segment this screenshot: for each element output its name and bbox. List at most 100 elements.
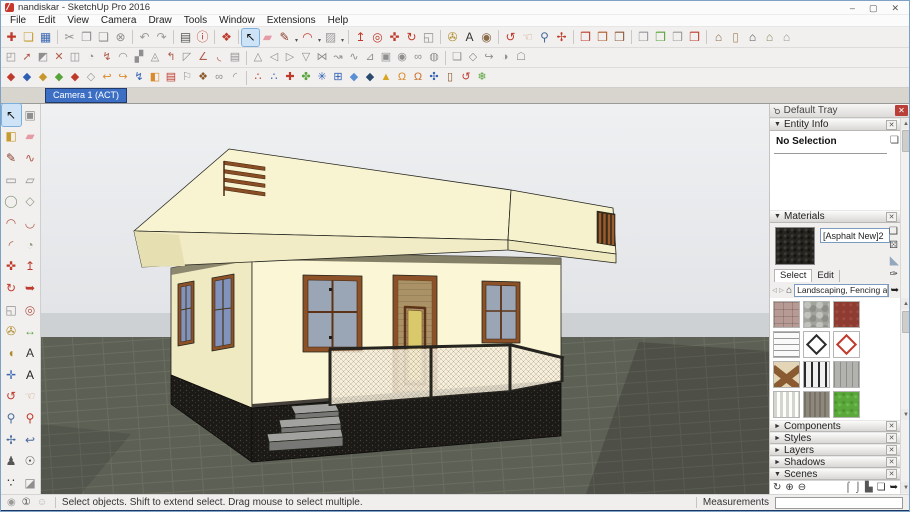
extension-tool-28-button[interactable]: ❏ (449, 50, 465, 66)
zoom-extents-button[interactable]: ✢ (2, 429, 21, 451)
claim-credit-icon[interactable]: ☺ (37, 497, 47, 508)
geolocation-icon[interactable]: ◉ (7, 497, 16, 508)
chevron-down-icon[interactable]: ▾ (341, 33, 344, 49)
entity-info-close-icon[interactable]: ✕ (886, 120, 897, 130)
material-swatch-chainlink-black[interactable] (803, 331, 830, 358)
show-details-icon[interactable]: ❏ (877, 482, 886, 494)
dots-red-button[interactable]: ∴ (250, 70, 266, 86)
move-scene-right-icon[interactable]: ⌡ (855, 482, 861, 494)
house-solid-button[interactable]: ⌂ (744, 29, 761, 46)
pin-icon[interactable]: ⚲ (770, 104, 782, 116)
left-window-1[interactable] (178, 281, 194, 346)
scene-tab-camera-1[interactable]: Camera 1 (ACT) (45, 88, 127, 103)
material-swatch-picket-fence[interactable] (773, 391, 800, 418)
half-square-tool-button[interactable]: ◧ (147, 70, 163, 86)
extension-tool-30-button[interactable]: ↪ (481, 50, 497, 66)
offset-tool-button[interactable]: ◎ (21, 299, 40, 321)
menu-file[interactable]: File (4, 15, 32, 27)
select-tool-button[interactable]: ↖ (2, 104, 21, 126)
make-component-button[interactable]: ▣ (21, 104, 40, 126)
new-model-button[interactable]: ✚ (3, 29, 20, 46)
extension-tool-19-button[interactable]: ▽ (298, 50, 314, 66)
arrow-back-button[interactable]: ↩ (99, 70, 115, 86)
arrow-forward-button[interactable]: ↪ (115, 70, 131, 86)
model-viewport[interactable] (41, 104, 769, 494)
material-swatch-red-clay[interactable] (833, 301, 860, 328)
tape-measure-button[interactable]: ✇ (444, 29, 461, 46)
menu-camera[interactable]: Camera (95, 15, 143, 27)
collection-dropdown[interactable]: Landscaping, Fencing a ▼ (794, 284, 889, 297)
paint-bucket-button[interactable]: ❖ (218, 29, 235, 46)
eraser-tool-button[interactable]: ▰ (259, 29, 276, 46)
extension-tool-4-button[interactable]: ✕ (51, 50, 67, 66)
forward-arrow-icon[interactable]: ▹ (779, 285, 784, 296)
flake-green-button[interactable]: ❄ (474, 70, 490, 86)
material-swatch-wire-fence[interactable] (773, 331, 800, 358)
offset-tool-button[interactable]: ◎ (369, 29, 386, 46)
dots-blue-button[interactable]: ∴ (266, 70, 282, 86)
create-material-icon[interactable]: ⚄ (889, 240, 898, 251)
extension-tool-15-button[interactable]: ▤ (227, 50, 243, 66)
grid-blue-button[interactable]: ⊞ (330, 70, 346, 86)
polygon-tool-button[interactable]: ◇ (21, 191, 40, 213)
two-point-arc-tool-button[interactable]: ◡ (21, 212, 40, 234)
rotate-tool-button[interactable]: ↻ (2, 277, 21, 299)
orbit-tool-button[interactable]: ↺ (502, 29, 519, 46)
styles-header[interactable]: ►Styles✕ (770, 432, 901, 444)
pan-tool-button[interactable]: ☜ (21, 386, 40, 408)
arc-tool-button[interactable]: ◠ (2, 212, 21, 234)
tray-close-icon[interactable]: ✕ (895, 105, 908, 116)
components-close-icon[interactable]: ✕ (886, 421, 897, 431)
look-around-button[interactable]: ☉ (21, 451, 40, 473)
maximize-button[interactable]: ▢ (869, 3, 878, 13)
eraser-tool-button[interactable]: ▰ (21, 126, 40, 148)
update-scene-icon[interactable]: ↻ (773, 482, 781, 494)
plus-red-button[interactable]: ✚ (282, 70, 298, 86)
extension-tool-17-button[interactable]: ◁ (266, 50, 282, 66)
extension-tool-18-button[interactable]: ▷ (282, 50, 298, 66)
scenes-close-icon[interactable]: ✕ (886, 469, 897, 479)
house-model[interactable] (134, 149, 616, 462)
asterisk-blue-button[interactable]: ✳ (314, 70, 330, 86)
erase-button[interactable]: ⊗ (112, 29, 129, 46)
house-outline-button[interactable]: ⌂ (778, 29, 795, 46)
flag-tool-button[interactable]: ⚐ (179, 70, 195, 86)
extension-tool-10-button[interactable]: ◬ (147, 50, 163, 66)
arc-tool-button[interactable]: ◠▾ (299, 29, 316, 46)
move-scene-left-icon[interactable]: ⌠ (845, 482, 851, 494)
extension-tool-1-button[interactable]: ◰ (3, 50, 19, 66)
extension-tool-16-button[interactable]: △ (250, 50, 266, 66)
front-window-right[interactable] (482, 281, 520, 343)
scroll-down-icon[interactable]: ▼ (901, 482, 910, 493)
select-tool-button[interactable]: ↖ (242, 29, 259, 46)
circle-tool-button[interactable]: ◯ (2, 191, 21, 213)
undo-red-button[interactable]: ↺ (458, 70, 474, 86)
front-window-left[interactable] (303, 275, 362, 352)
scale-tool-button[interactable]: ◱ (420, 29, 437, 46)
extension-tool-26-button[interactable]: ∞ (410, 50, 426, 66)
warning-triangle-button[interactable]: ▲ (378, 70, 394, 86)
extension-tool-13-button[interactable]: ∠ (195, 50, 211, 66)
credits-icon[interactable]: ① (22, 497, 31, 508)
rotated-rectangle-tool-button[interactable]: ▱ (21, 169, 40, 191)
menu-extensions[interactable]: Extensions (261, 15, 322, 27)
horseshoe-2-button[interactable]: Ω (410, 70, 426, 86)
layer-tool-green-button[interactable]: ◆ (51, 70, 67, 86)
preview-model-button[interactable]: ❒ (669, 29, 686, 46)
add-location-button[interactable]: ❒ (577, 29, 594, 46)
extension-tool-29-button[interactable]: ◇ (465, 50, 481, 66)
axes-tool-button[interactable]: ✛ (2, 364, 21, 386)
text-tool-button[interactable]: A (461, 29, 478, 46)
left-window-2[interactable] (212, 274, 234, 351)
push-pull-tool-button[interactable]: ↥ (21, 256, 40, 278)
component-door-button[interactable]: ▯ (727, 29, 744, 46)
extension-tool-9-button[interactable]: ▞ (131, 50, 147, 66)
section-plane-button[interactable]: ◪ (21, 472, 40, 494)
shadows-close-icon[interactable]: ✕ (886, 457, 897, 467)
viewport-canvas[interactable] (41, 104, 769, 494)
layer-tool-outline-button[interactable]: ◇ (83, 70, 99, 86)
remove-scene-icon[interactable]: ⊖ (798, 482, 806, 494)
dimension-tool-button[interactable]: ↔ (21, 321, 40, 343)
menu-view[interactable]: View (61, 15, 95, 27)
extension-tool-6-button[interactable]: ◔ (83, 50, 99, 66)
